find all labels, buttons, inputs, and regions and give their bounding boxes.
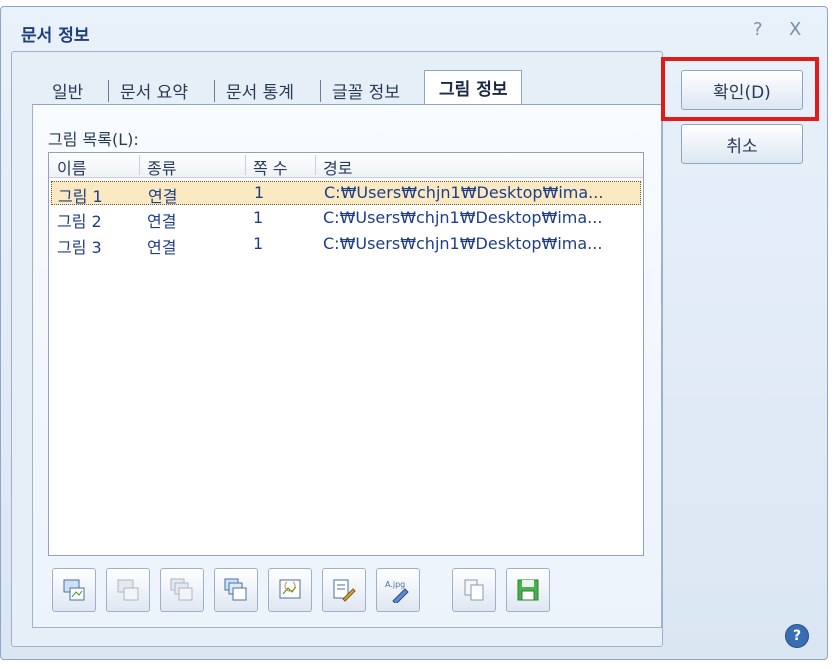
- cell-path: C:₩Users₩chjn1₩Desktop₩ima...: [323, 208, 603, 227]
- column-header-pages[interactable]: 쪽 수: [253, 155, 288, 179]
- table-row[interactable]: 그림 2 연결 1 C:₩Users₩chjn1₩Desktop₩ima...: [51, 207, 641, 231]
- tab-general[interactable]: 일반: [52, 78, 83, 103]
- image-list-label: 그림 목록(L):: [48, 130, 139, 149]
- image-embed-icon[interactable]: [106, 568, 150, 612]
- column-divider[interactable]: [315, 155, 316, 175]
- cell-pages: 1: [254, 183, 265, 202]
- cell-pages: 1: [253, 234, 264, 253]
- image-list[interactable]: 이름 종류 쪽 수 경로 그림 1 연결 1 C:₩Users₩chjn1₩De…: [48, 152, 644, 556]
- highlight-box: [661, 57, 819, 121]
- tab-separator: [320, 80, 321, 102]
- tab-statistics[interactable]: 문서 통계: [226, 78, 294, 103]
- cell-type: 연결: [147, 212, 177, 231]
- title-bar: 문서 정보 ? X: [1, 7, 827, 51]
- image-replace-icon[interactable]: [214, 568, 258, 612]
- image-refresh-icon[interactable]: [268, 568, 312, 612]
- column-header-name[interactable]: 이름: [57, 155, 86, 179]
- tab-summary[interactable]: 문서 요약: [120, 78, 188, 103]
- image-save-all-icon[interactable]: [160, 568, 204, 612]
- close-icon[interactable]: X: [789, 19, 801, 40]
- help-icon[interactable]: ?: [753, 19, 763, 40]
- cell-name: 그림 1: [58, 187, 103, 206]
- column-divider[interactable]: [245, 155, 246, 175]
- column-header-path[interactable]: 경로: [323, 155, 352, 179]
- column-divider[interactable]: [139, 155, 140, 175]
- dialog-title: 문서 정보: [21, 26, 90, 46]
- column-header-type[interactable]: 종류: [147, 155, 176, 179]
- svg-text:A.jpg: A.jpg: [385, 580, 405, 589]
- cell-name: 그림 3: [57, 238, 102, 257]
- image-edit-path-icon[interactable]: [322, 568, 366, 612]
- cancel-button[interactable]: 취소: [681, 124, 803, 164]
- tab-font-info[interactable]: 글꼴 정보: [332, 78, 400, 103]
- cell-pages: 1: [253, 208, 264, 227]
- table-row[interactable]: 그림 1 연결 1 C:₩Users₩chjn1₩Desktop₩ima...: [51, 181, 641, 206]
- cell-type: 연결: [147, 238, 177, 257]
- cell-type: 연결: [148, 187, 178, 206]
- copy-icon[interactable]: [452, 568, 496, 612]
- cell-path: C:₩Users₩chjn1₩Desktop₩ima...: [323, 234, 603, 253]
- tab-separator: [108, 80, 109, 102]
- image-link-icon[interactable]: [52, 568, 96, 612]
- cell-path: C:₩Users₩chjn1₩Desktop₩ima...: [324, 183, 604, 202]
- jpg-convert-icon[interactable]: A.jpg: [376, 568, 420, 612]
- table-row[interactable]: 그림 3 연결 1 C:₩Users₩chjn1₩Desktop₩ima...: [51, 233, 641, 257]
- list-header: 이름 종류 쪽 수 경로: [49, 153, 643, 178]
- cell-name: 그림 2: [57, 212, 102, 231]
- help-icon[interactable]: ?: [785, 624, 809, 648]
- tab-separator: [214, 80, 215, 102]
- save-icon[interactable]: [506, 568, 550, 612]
